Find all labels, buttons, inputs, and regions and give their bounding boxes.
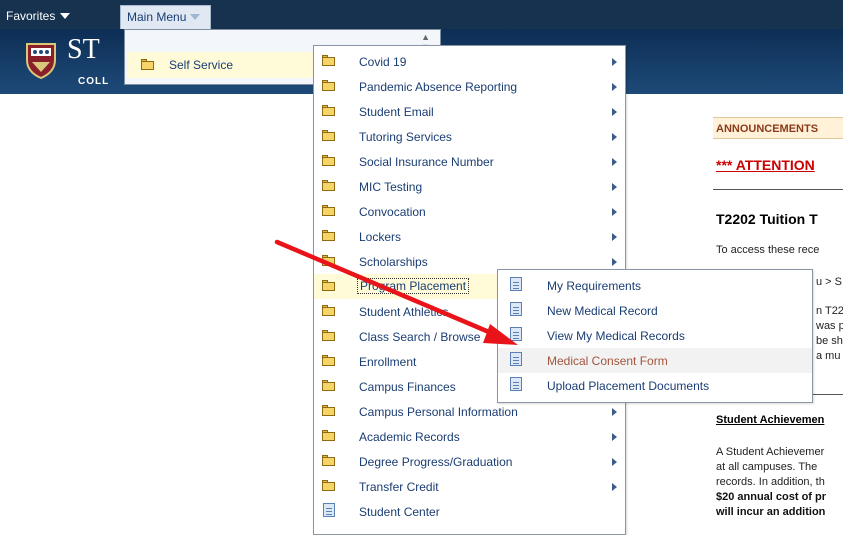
red-pointer-arrow-icon [274,239,518,345]
